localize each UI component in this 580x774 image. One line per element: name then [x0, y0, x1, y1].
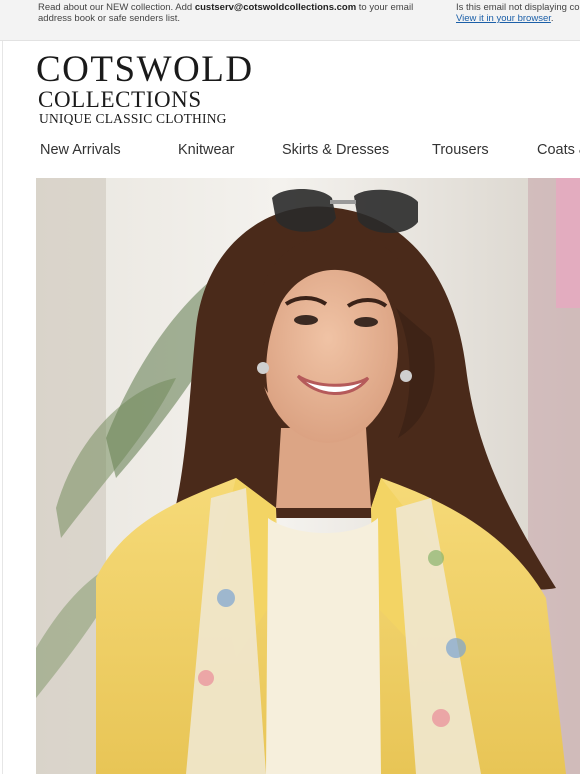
contact-email[interactable]: custserv@cotswoldcollections.com — [195, 2, 356, 13]
category-nav: New Arrivals Knitwear Skirts & Dresses T… — [0, 142, 580, 164]
logo-tagline: UNIQUE CLASSIC CLOTHING — [39, 111, 227, 126]
brand-logo[interactable]: COTSWOLD COLLECTIONS UNIQUE CLASSIC CLOT… — [36, 49, 276, 132]
eye — [354, 317, 378, 327]
nav-knitwear[interactable]: Knitwear — [178, 142, 234, 158]
nav-new-arrivals[interactable]: New Arrivals — [40, 142, 121, 158]
display-notice-text: Is this email not displaying corre — [456, 2, 580, 13]
hero-photo-illustration — [36, 178, 580, 774]
view-in-browser-link[interactable]: View it in your browser — [456, 13, 551, 24]
eye — [294, 315, 318, 325]
link-suffix: . — [550, 13, 554, 24]
preheader-text-part: Read about our NEW collection. Add — [38, 2, 195, 13]
top-shirt — [266, 518, 381, 774]
nav-skirts-dresses[interactable]: Skirts & Dresses — [282, 142, 389, 158]
earring — [257, 362, 269, 374]
preheader-bar: Read about our NEW collection. Add custs… — [0, 0, 580, 41]
preheader-text: Read about our NEW collection. Add custs… — [38, 2, 438, 24]
nav-coats[interactable]: Coats & — [537, 142, 580, 158]
nav-trousers[interactable]: Trousers — [432, 142, 489, 158]
browser-view-notice: Is this email not displaying corre View … — [456, 2, 580, 24]
earring — [400, 370, 412, 382]
hero-image[interactable] — [36, 178, 580, 774]
logo-subtitle: COLLECTIONS — [38, 87, 202, 112]
background-pink-accent — [556, 178, 580, 308]
logo-wordmark: COTSWOLD — [36, 49, 254, 90]
